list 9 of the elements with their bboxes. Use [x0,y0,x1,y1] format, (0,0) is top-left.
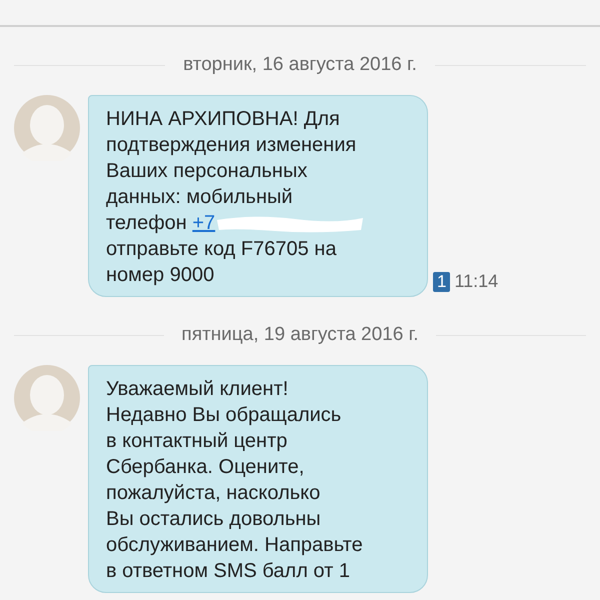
date-separator: пятница, 19 августа 2016 г. [182,322,418,347]
phone-link[interactable]: +7 [192,212,216,234]
sim-badge: 1 [433,272,450,292]
date-separator: вторник, 16 августа 2016 г. [183,52,417,77]
avatar-icon [14,365,80,431]
message-text: Уважаемый клиент! Недавно Вы обращались в контактный центр Сбербанка. Оцените, пожалуйста, насколько Вы остались довольны обслуживанием. Направьте в ответном SMS балл от 1 [106,377,364,584]
message-time: 11:14 [454,270,498,293]
message-text: НИНА АРХИПОВНА! Для подтверждения изменения Ваших персональных данных: мобильный телефон +7 отправьте код F76705 на номер 9000 [106,106,417,288]
avatar-icon [14,95,80,161]
